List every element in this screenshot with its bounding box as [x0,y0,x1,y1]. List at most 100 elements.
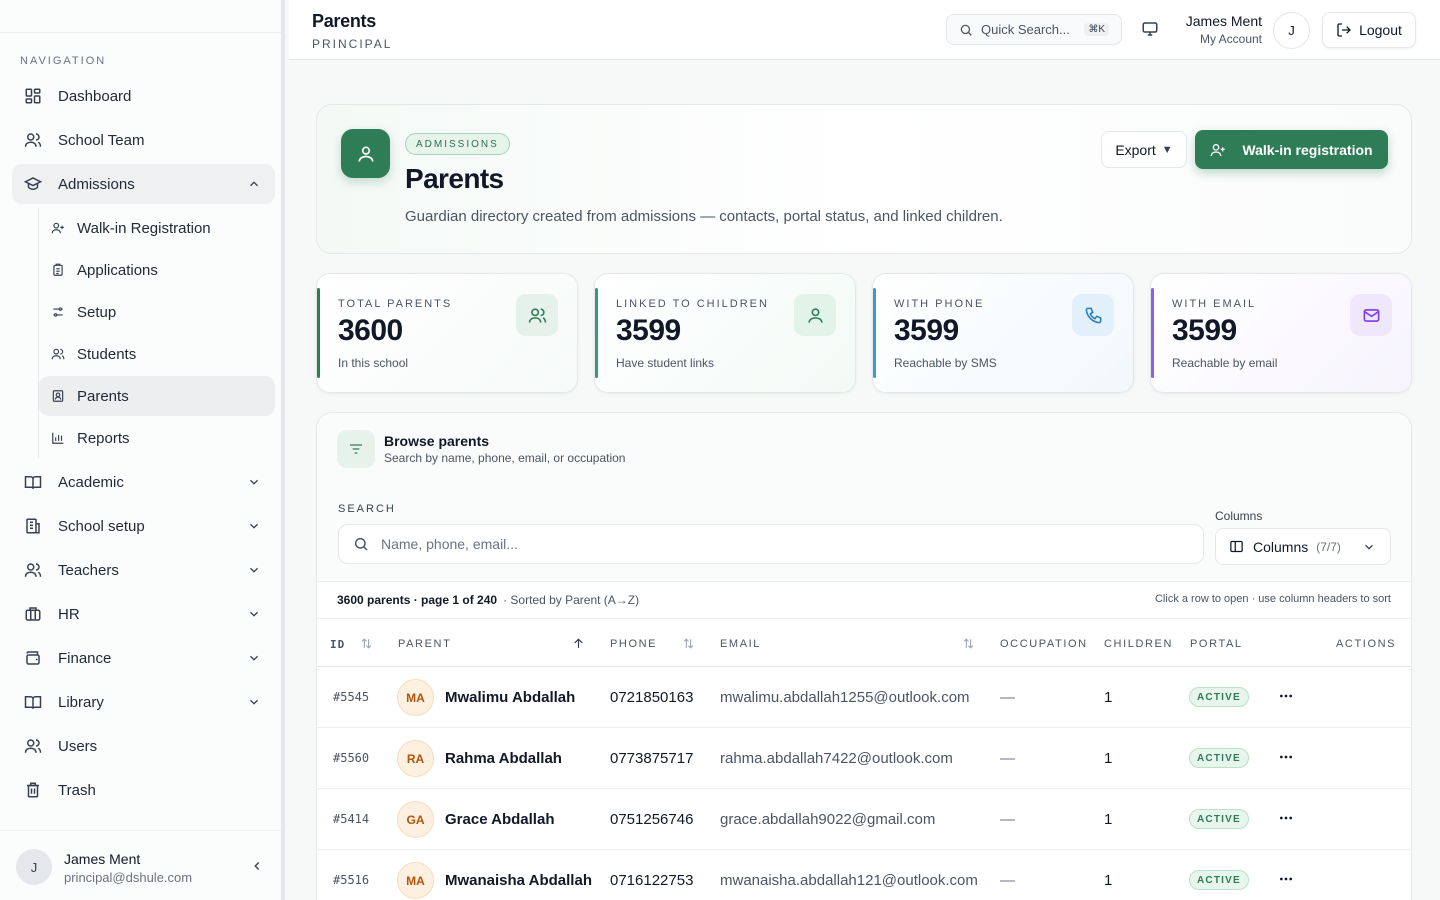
sidebar-item-label: Setup [77,303,117,321]
more-actions-icon[interactable] [1278,871,1294,887]
shortcut-badge: ⌘K [1084,23,1109,36]
sidebar-item-school-team[interactable]: School Team [12,120,275,160]
stat-card-with-email: WITH EMAIL 3599 Reachable by email [1150,273,1412,393]
sort-icon[interactable] [360,637,373,650]
caret-down-icon: ▼ [1161,143,1173,156]
search-label: SEARCH [338,503,396,515]
chevron-down-icon [250,523,258,529]
status-badge: ACTIVE [1189,870,1249,890]
sidebar-item-users[interactable]: Users [12,726,275,766]
header-user-name: James Ment [1185,13,1262,29]
phone-icon [1085,307,1101,323]
avatar: RA [397,740,434,777]
sidebar-item-dashboard[interactable]: Dashboard [12,76,275,116]
stat-accent [595,288,598,378]
monitor-icon[interactable] [1141,20,1159,38]
more-actions-icon[interactable] [1278,688,1294,704]
bar-chart-icon [52,432,64,444]
collapse-sidebar-icon[interactable] [250,859,264,873]
more-actions-icon[interactable] [1278,749,1294,765]
chevron-down-icon [250,611,258,617]
column-header-id[interactable]: ID [330,638,345,651]
stat-label: LINKED TO CHILDREN [616,298,769,310]
search-field[interactable] [338,524,1204,564]
sort-ascending-icon[interactable] [572,637,585,650]
sort-icon[interactable] [962,637,975,650]
sidebar-item-walk-in-registration[interactable]: Walk-in Registration [39,208,275,248]
user-plus-icon [51,222,64,234]
hero-description: Guardian directory created from admissio… [405,208,1003,225]
mail-icon [1363,308,1379,322]
sidebar-item-label: Trash [58,781,96,799]
avatar[interactable]: J [1273,12,1310,49]
parent-id: #5414 [333,812,370,826]
sidebar-item-academic[interactable]: Academic [12,462,275,502]
table-row[interactable]: #5516 MA Mwanaisha Abdallah 0716122753 m… [317,850,1411,900]
sidebar-item-parents[interactable]: Parents [39,376,275,416]
sidebar-item-applications[interactable]: Applications [39,250,275,290]
account-menu[interactable]: James Ment My Account [1186,13,1262,46]
parent-email: mwanaisha.abdallah121@outlook.com [720,872,978,889]
columns-dropdown[interactable]: Columns (7/7) [1215,528,1391,565]
quick-search-label: Quick Search... [981,22,1070,37]
avatar: MA [397,862,434,899]
sidebar-item-students[interactable]: Students [39,334,275,374]
sort-indicator: · Sorted by Parent (A→Z) [503,593,640,607]
stat-icon-box [794,294,836,336]
stat-value: 3599 [894,314,959,347]
walk-in-registration-button[interactable]: Walk-in registration [1195,130,1388,169]
children-count: 1 [1104,750,1113,767]
sidebar-user-footer: J James Ment principal@dshule.com [0,830,281,900]
sidebar-item-school-setup[interactable]: School setup [12,506,275,546]
more-actions-icon[interactable] [1278,810,1294,826]
chevron-down-icon [250,655,258,661]
sidebar-item-trash[interactable]: Trash [12,770,275,810]
section-tag: ADMISSIONS [405,133,510,155]
sidebar-item-admissions[interactable]: Admissions [12,164,275,204]
avatar[interactable]: J [16,849,52,885]
sidebar-item-hr[interactable]: HR [12,594,275,634]
sidebar-item-label: School Team [58,131,145,149]
sidebar-item-reports[interactable]: Reports [39,418,275,458]
sidebar: NAVIGATION Dashboard School Team Admissi… [0,0,285,900]
hero-badge [341,129,390,178]
columns-label: Columns [1215,509,1263,523]
user-plus-icon [1211,143,1226,156]
table-row[interactable]: #5545 MA Mwalimu Abdallah 0721850163 mwa… [317,667,1411,728]
sidebar-item-finance[interactable]: Finance [12,638,275,678]
filter-icon-box [337,430,375,468]
hero-title: Parents [405,163,504,194]
stat-subtext: Reachable by SMS [894,356,997,370]
stat-subtext: Reachable by email [1172,356,1278,370]
stat-value: 3599 [616,314,681,347]
clipboard-icon [53,263,63,276]
users-icon [51,348,65,360]
stat-icon-box [1072,294,1114,336]
sidebar-item-setup[interactable]: Setup [39,292,275,332]
column-header-actions: ACTIONS [1336,638,1397,650]
parent-id: #5560 [333,751,370,765]
search-input[interactable] [381,536,1181,552]
sidebar-item-label: School setup [58,517,145,535]
sidebar-item-label: Finance [58,649,112,667]
column-header-email[interactable]: EMAIL [720,638,761,650]
submenu-guide-line [38,208,39,458]
quick-search-button[interactable]: Quick Search... ⌘K [946,14,1122,45]
parent-phone: 0751256746 [610,811,694,828]
sidebar-item-library[interactable]: Library [12,682,275,722]
parent-id: #5545 [333,690,370,704]
search-icon [960,24,972,36]
parent-name: Rahma Abdallah [445,750,562,767]
stat-accent [873,288,876,378]
column-header-parent[interactable]: PARENT [398,638,451,650]
logout-button[interactable]: Logout [1322,12,1416,48]
table-row[interactable]: #5414 GA Grace Abdallah 0751256746 grace… [317,789,1411,850]
stat-label: TOTAL PARENTS [338,298,453,310]
column-header-phone[interactable]: PHONE [610,638,657,650]
parent-email: grace.abdallah9022@gmail.com [720,811,936,828]
export-button[interactable]: Export ▼ [1101,131,1187,168]
sort-icon[interactable] [682,637,695,650]
table-row[interactable]: #5560 RA Rahma Abdallah 0773875717 rahma… [317,728,1411,789]
stat-subtext: In this school [338,356,409,370]
sidebar-item-teachers[interactable]: Teachers [12,550,275,590]
